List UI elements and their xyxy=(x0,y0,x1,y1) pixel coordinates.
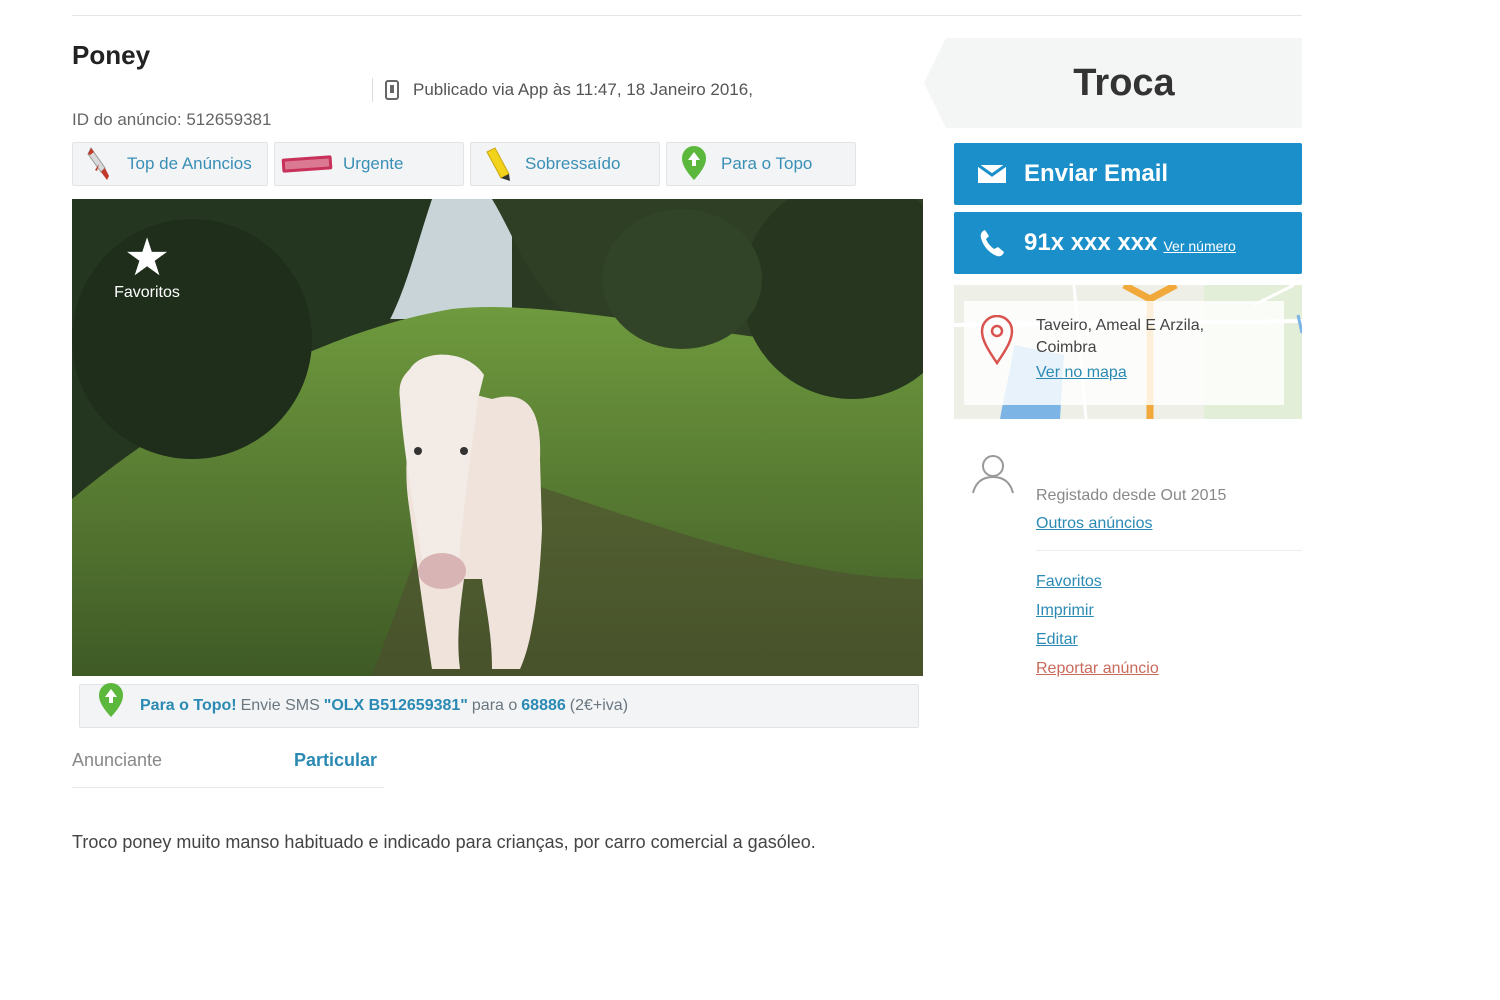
sms-code: "OLX B512659381" xyxy=(323,697,468,714)
sms-number: 68886 xyxy=(521,697,566,714)
send-email-label: Enviar Email xyxy=(1024,160,1169,187)
location-pin-icon xyxy=(980,314,1014,370)
listing-description: Troco poney muito manso habituado e indi… xyxy=(72,832,816,852)
promotion-options: Top de Anúncios Urgente Sobressaído Para… xyxy=(72,142,856,186)
sms-price: (2€+iva) xyxy=(569,697,629,714)
advertiser-label: Anunciante xyxy=(72,750,163,770)
promo-urgent-label: Urgente xyxy=(343,154,404,173)
sidebar-divider xyxy=(1036,550,1302,551)
sms-text-2: para o xyxy=(471,697,518,714)
up-arrow-badge-icon xyxy=(677,146,711,181)
other-ads-link[interactable]: Outros anúncios xyxy=(1036,515,1153,533)
edit-link[interactable]: Editar xyxy=(1036,630,1159,650)
envelope-icon xyxy=(974,163,1010,185)
reveal-number-link[interactable]: Ver número xyxy=(1163,238,1235,254)
advertiser-type: Particular xyxy=(294,750,378,770)
sms-bump-bar: Para o Topo! Envie SMS "OLX B512659381" … xyxy=(79,683,919,728)
top-divider xyxy=(72,15,1302,16)
report-ad-link[interactable]: Reportar anúncio xyxy=(1036,659,1159,679)
favorites-link[interactable]: Favoritos xyxy=(1036,572,1159,592)
phone-icon xyxy=(974,228,1010,258)
location-address: Taveiro, Ameal E Arzila, Coimbra xyxy=(1036,315,1236,359)
mobile-phone-icon xyxy=(385,80,399,100)
user-avatar-icon xyxy=(970,453,1016,500)
advertiser-row: Anunciante Particular xyxy=(72,750,384,788)
promo-bump-label: Para o Topo xyxy=(721,154,813,173)
promo-urgent-button[interactable]: Urgente xyxy=(274,142,464,186)
location-line-1: Taveiro, Ameal E Arzila, xyxy=(1036,317,1205,334)
highlighter-icon xyxy=(481,147,515,181)
phone-button[interactable]: 91x xxx xxx Ver número xyxy=(954,212,1302,274)
listing-title: Poney xyxy=(72,40,151,70)
promo-highlight-label: Sobressaído xyxy=(525,154,621,173)
promo-highlight-button[interactable]: Sobressaído xyxy=(470,142,660,186)
ad-id: ID do anúncio: 512659381 xyxy=(72,110,272,129)
published-info: Publicado via App às 11:47, 18 Janeiro 2… xyxy=(372,78,753,102)
phone-number-masked: 91x xxx xxx xyxy=(1024,229,1158,256)
listing-actions: Favoritos Imprimir Editar Reportar anúnc… xyxy=(1036,572,1159,679)
published-text: Publicado via App às 11:47, 18 Janeiro 2… xyxy=(413,80,753,99)
listing-photo[interactable] xyxy=(72,199,923,676)
location-map[interactable]: Taveiro, Ameal E Arzila, Coimbra Ver no … xyxy=(954,285,1302,419)
print-link[interactable]: Imprimir xyxy=(1036,601,1159,621)
up-arrow-badge-icon xyxy=(96,683,126,717)
price-type-label: Troca xyxy=(1073,61,1175,104)
star-icon: ★ xyxy=(123,229,171,287)
urgente-badge-icon xyxy=(281,147,333,181)
promo-bump-button[interactable]: Para o Topo xyxy=(666,142,856,186)
send-email-button[interactable]: Enviar Email xyxy=(954,143,1302,205)
promo-top-ads-button[interactable]: Top de Anúncios xyxy=(72,142,268,186)
price-type-badge: Troca xyxy=(924,38,1302,128)
favorite-toggle[interactable]: ★ Favoritos xyxy=(104,232,190,302)
sms-text-1: Envie SMS xyxy=(240,697,320,714)
location-line-2: Coimbra xyxy=(1036,339,1097,356)
view-on-map-link[interactable]: Ver no mapa xyxy=(1036,364,1127,382)
registered-since: Registado desde Out 2015 xyxy=(1036,487,1227,504)
promo-top-ads-label: Top de Anúncios xyxy=(127,154,252,173)
favorite-label: Favoritos xyxy=(114,284,180,301)
sms-lead: Para o Topo! xyxy=(140,697,237,714)
rocket-icon xyxy=(83,147,117,181)
